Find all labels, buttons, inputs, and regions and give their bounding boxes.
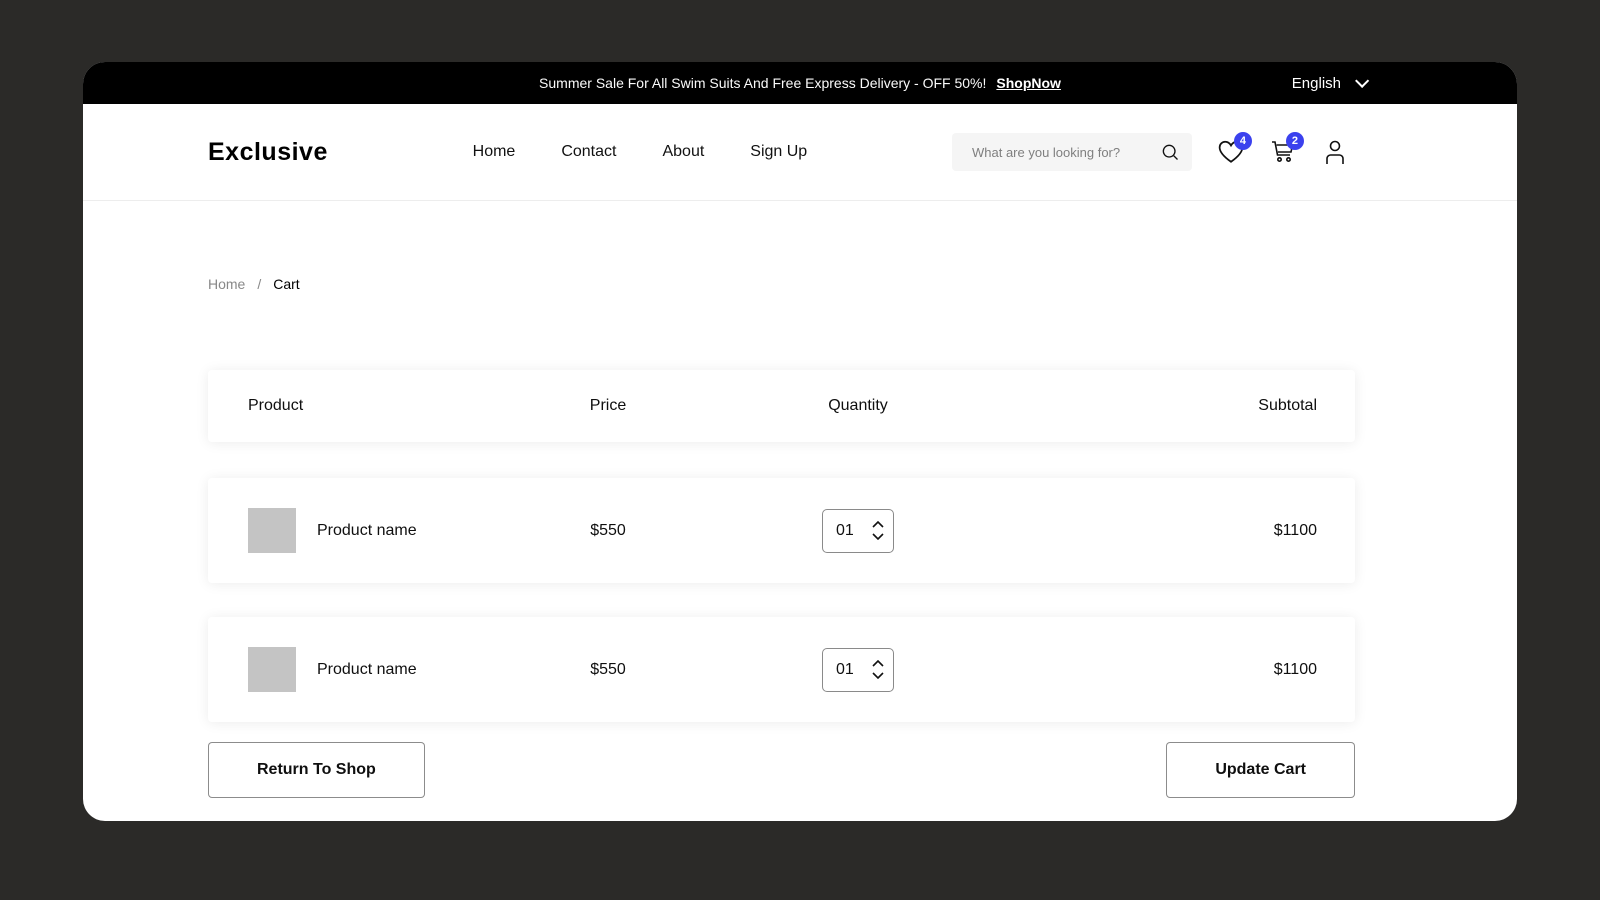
cart-table-header: Product Price Quantity Subtotal <box>208 370 1355 442</box>
nav-signup[interactable]: Sign Up <box>750 143 807 161</box>
quantity-up-button[interactable] <box>872 521 884 528</box>
column-price: Price <box>488 397 728 415</box>
logo[interactable]: Exclusive <box>208 138 328 167</box>
column-subtotal: Subtotal <box>988 397 1317 415</box>
nav-home[interactable]: Home <box>473 143 516 161</box>
language-label: English <box>1292 75 1341 92</box>
shop-now-link[interactable]: ShopNow <box>996 75 1061 91</box>
wishlist-count-badge: 4 <box>1234 132 1252 150</box>
quantity-value: 01 <box>836 522 854 540</box>
search-input[interactable] <box>972 145 1152 160</box>
product-subtotal: $1100 <box>988 661 1317 679</box>
product-name: Product name <box>317 522 417 540</box>
quantity-up-button[interactable] <box>872 660 884 667</box>
quantity-value: 01 <box>836 661 854 679</box>
column-product: Product <box>208 397 488 415</box>
product-image <box>248 647 296 692</box>
breadcrumb: Home / Cart <box>208 276 1355 292</box>
language-selector[interactable]: English <box>1292 75 1365 92</box>
quantity-down-button[interactable] <box>872 533 884 540</box>
account-button[interactable] <box>1322 139 1348 165</box>
cart-row: Product name $550 01 $1100 <box>208 478 1355 583</box>
product-price: $550 <box>488 522 728 540</box>
breadcrumb-home[interactable]: Home <box>208 276 245 292</box>
product-price: $550 <box>488 661 728 679</box>
cart-row: Product name $550 01 $1100 <box>208 617 1355 722</box>
breadcrumb-separator: / <box>257 276 261 292</box>
return-to-shop-button[interactable]: Return To Shop <box>208 742 425 798</box>
product-subtotal: $1100 <box>988 522 1317 540</box>
quantity-stepper[interactable]: 01 <box>822 648 894 692</box>
update-cart-button[interactable]: Update Cart <box>1166 742 1355 798</box>
main-nav: Home Contact About Sign Up <box>473 143 808 161</box>
user-icon <box>1323 139 1347 165</box>
site-header: Exclusive Home Contact About Sign Up <box>83 104 1517 201</box>
header-actions: 4 2 <box>952 133 1348 171</box>
breadcrumb-current: Cart <box>273 276 299 292</box>
product-image <box>248 508 296 553</box>
cart-button[interactable]: 2 <box>1270 139 1296 165</box>
promo-message: Summer Sale For All Swim Suits And Free … <box>539 75 986 91</box>
wishlist-button[interactable]: 4 <box>1218 139 1244 165</box>
cart-actions: Return To Shop Update Cart <box>208 742 1355 798</box>
promo-banner: Summer Sale For All Swim Suits And Free … <box>83 62 1517 104</box>
search-icon[interactable] <box>1160 142 1180 162</box>
column-quantity: Quantity <box>728 397 988 415</box>
product-name: Product name <box>317 661 417 679</box>
nav-about[interactable]: About <box>662 143 704 161</box>
search-box[interactable] <box>952 133 1192 171</box>
store-window: Summer Sale For All Swim Suits And Free … <box>83 62 1517 821</box>
nav-contact[interactable]: Contact <box>561 143 616 161</box>
cart-page: Home / Cart Product Price Quantity Subto… <box>83 276 1517 798</box>
quantity-down-button[interactable] <box>872 672 884 679</box>
quantity-stepper[interactable]: 01 <box>822 509 894 553</box>
cart-count-badge: 2 <box>1286 132 1304 150</box>
